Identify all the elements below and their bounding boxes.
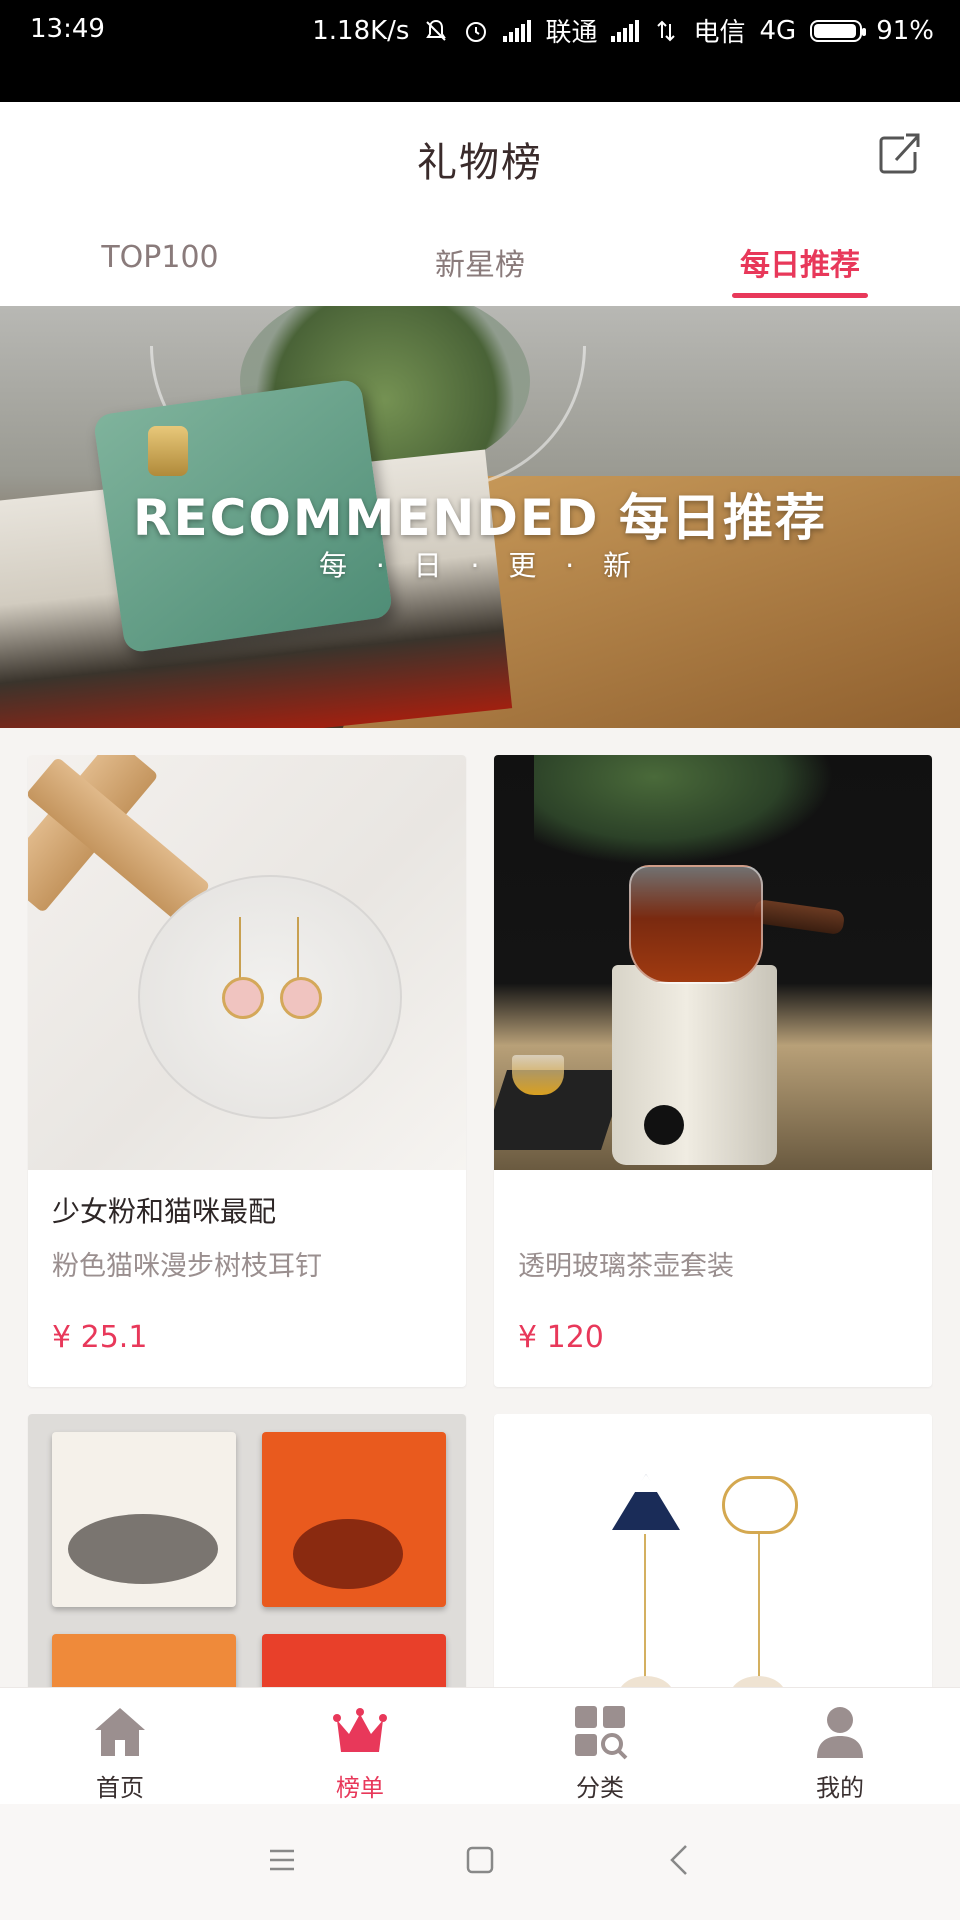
carrier-2: 电信 <box>693 18 746 48</box>
mute-bell-icon <box>426 19 447 41</box>
nav-category[interactable]: 分类 <box>480 1688 720 1804</box>
system-nav-bar <box>0 1804 960 1920</box>
tab-daily-recommend-label: 每日推荐 <box>740 248 860 283</box>
product-name: 粉色猫咪漫步树枝耳钉 <box>52 1251 322 1282</box>
nav-profile-label: 我的 <box>816 1774 864 1802</box>
carrier-1: 联通 <box>545 18 598 48</box>
page-title: 礼物榜 <box>417 140 543 186</box>
menu-icon[interactable] <box>262 1840 302 1880</box>
share-icon[interactable] <box>874 130 924 180</box>
tab-daily-recommend[interactable]: 每日推荐 <box>640 212 960 306</box>
status-indicators: 1.18K/s 联通 电信 4G 91% <box>312 12 934 49</box>
product-tagline: 少女粉和猫咪最配 <box>52 1195 277 1228</box>
status-time: 13:49 <box>30 14 105 44</box>
back-icon[interactable] <box>660 1840 700 1880</box>
user-icon <box>817 1707 863 1758</box>
network-speed: 1.18K/s <box>312 15 410 46</box>
tab-new-star-label: 新星榜 <box>435 248 525 283</box>
home-square-icon[interactable] <box>460 1840 500 1880</box>
category-icon <box>575 1706 628 1760</box>
crown-icon <box>333 1708 387 1752</box>
active-tab-indicator <box>732 293 868 298</box>
battery-level: 91% <box>876 15 934 46</box>
page-header: 礼物榜 <box>0 102 960 212</box>
product-image-cat-earrings <box>28 755 466 1170</box>
product-card[interactable]: 少女粉和猫咪最配 粉色猫咪漫步树枝耳钉 ¥ 25.1 <box>28 755 466 1387</box>
nav-ranking-label: 榜单 <box>336 1774 384 1802</box>
nav-ranking[interactable]: 榜单 <box>240 1688 480 1804</box>
product-info: 透明玻璃茶壶套装 ¥ 120 <box>494 1170 932 1387</box>
network-type: 4G <box>759 15 797 46</box>
status-bar: 13:49 1.18K/s 联通 电信 4G 91% <box>0 0 960 102</box>
home-icon <box>95 1708 145 1756</box>
product-name: 透明玻璃茶壶套装 <box>518 1251 734 1282</box>
signal-icon-2 <box>611 19 640 42</box>
bottom-nav: 首页 榜单 分类 我的 <box>0 1687 960 1804</box>
signal-icon-1 <box>503 19 532 42</box>
product-price: ¥ 120 <box>518 1320 604 1355</box>
nav-profile[interactable]: 我的 <box>720 1688 960 1804</box>
product-card[interactable]: 透明玻璃茶壶套装 ¥ 120 <box>494 755 932 1387</box>
nav-home-label: 首页 <box>96 1774 144 1802</box>
nav-category-label: 分类 <box>576 1774 624 1802</box>
banner-speaker-knob <box>148 426 188 476</box>
ranking-tabs: TOP100 新星榜 每日推荐 <box>0 212 960 306</box>
data-transfer-icon <box>657 20 676 41</box>
nav-home[interactable]: 首页 <box>0 1688 240 1804</box>
banner-title: RECOMMENDED 每日推荐 <box>133 489 827 547</box>
tab-top100-label: TOP100 <box>101 240 219 275</box>
alarm-icon <box>466 21 487 42</box>
battery-icon <box>810 19 867 42</box>
tab-top100[interactable]: TOP100 <box>0 212 320 306</box>
product-info: 少女粉和猫咪最配 粉色猫咪漫步树枝耳钉 ¥ 25.1 <box>28 1170 466 1387</box>
tab-new-star[interactable]: 新星榜 <box>320 212 640 306</box>
banner-subtitle: 每 · 日 · 更 · 新 <box>318 549 642 582</box>
recommend-banner[interactable]: RECOMMENDED 每日推荐 每 · 日 · 更 · 新 <box>0 306 960 728</box>
product-image-teapot <box>494 755 932 1170</box>
product-price: ¥ 25.1 <box>52 1320 148 1355</box>
